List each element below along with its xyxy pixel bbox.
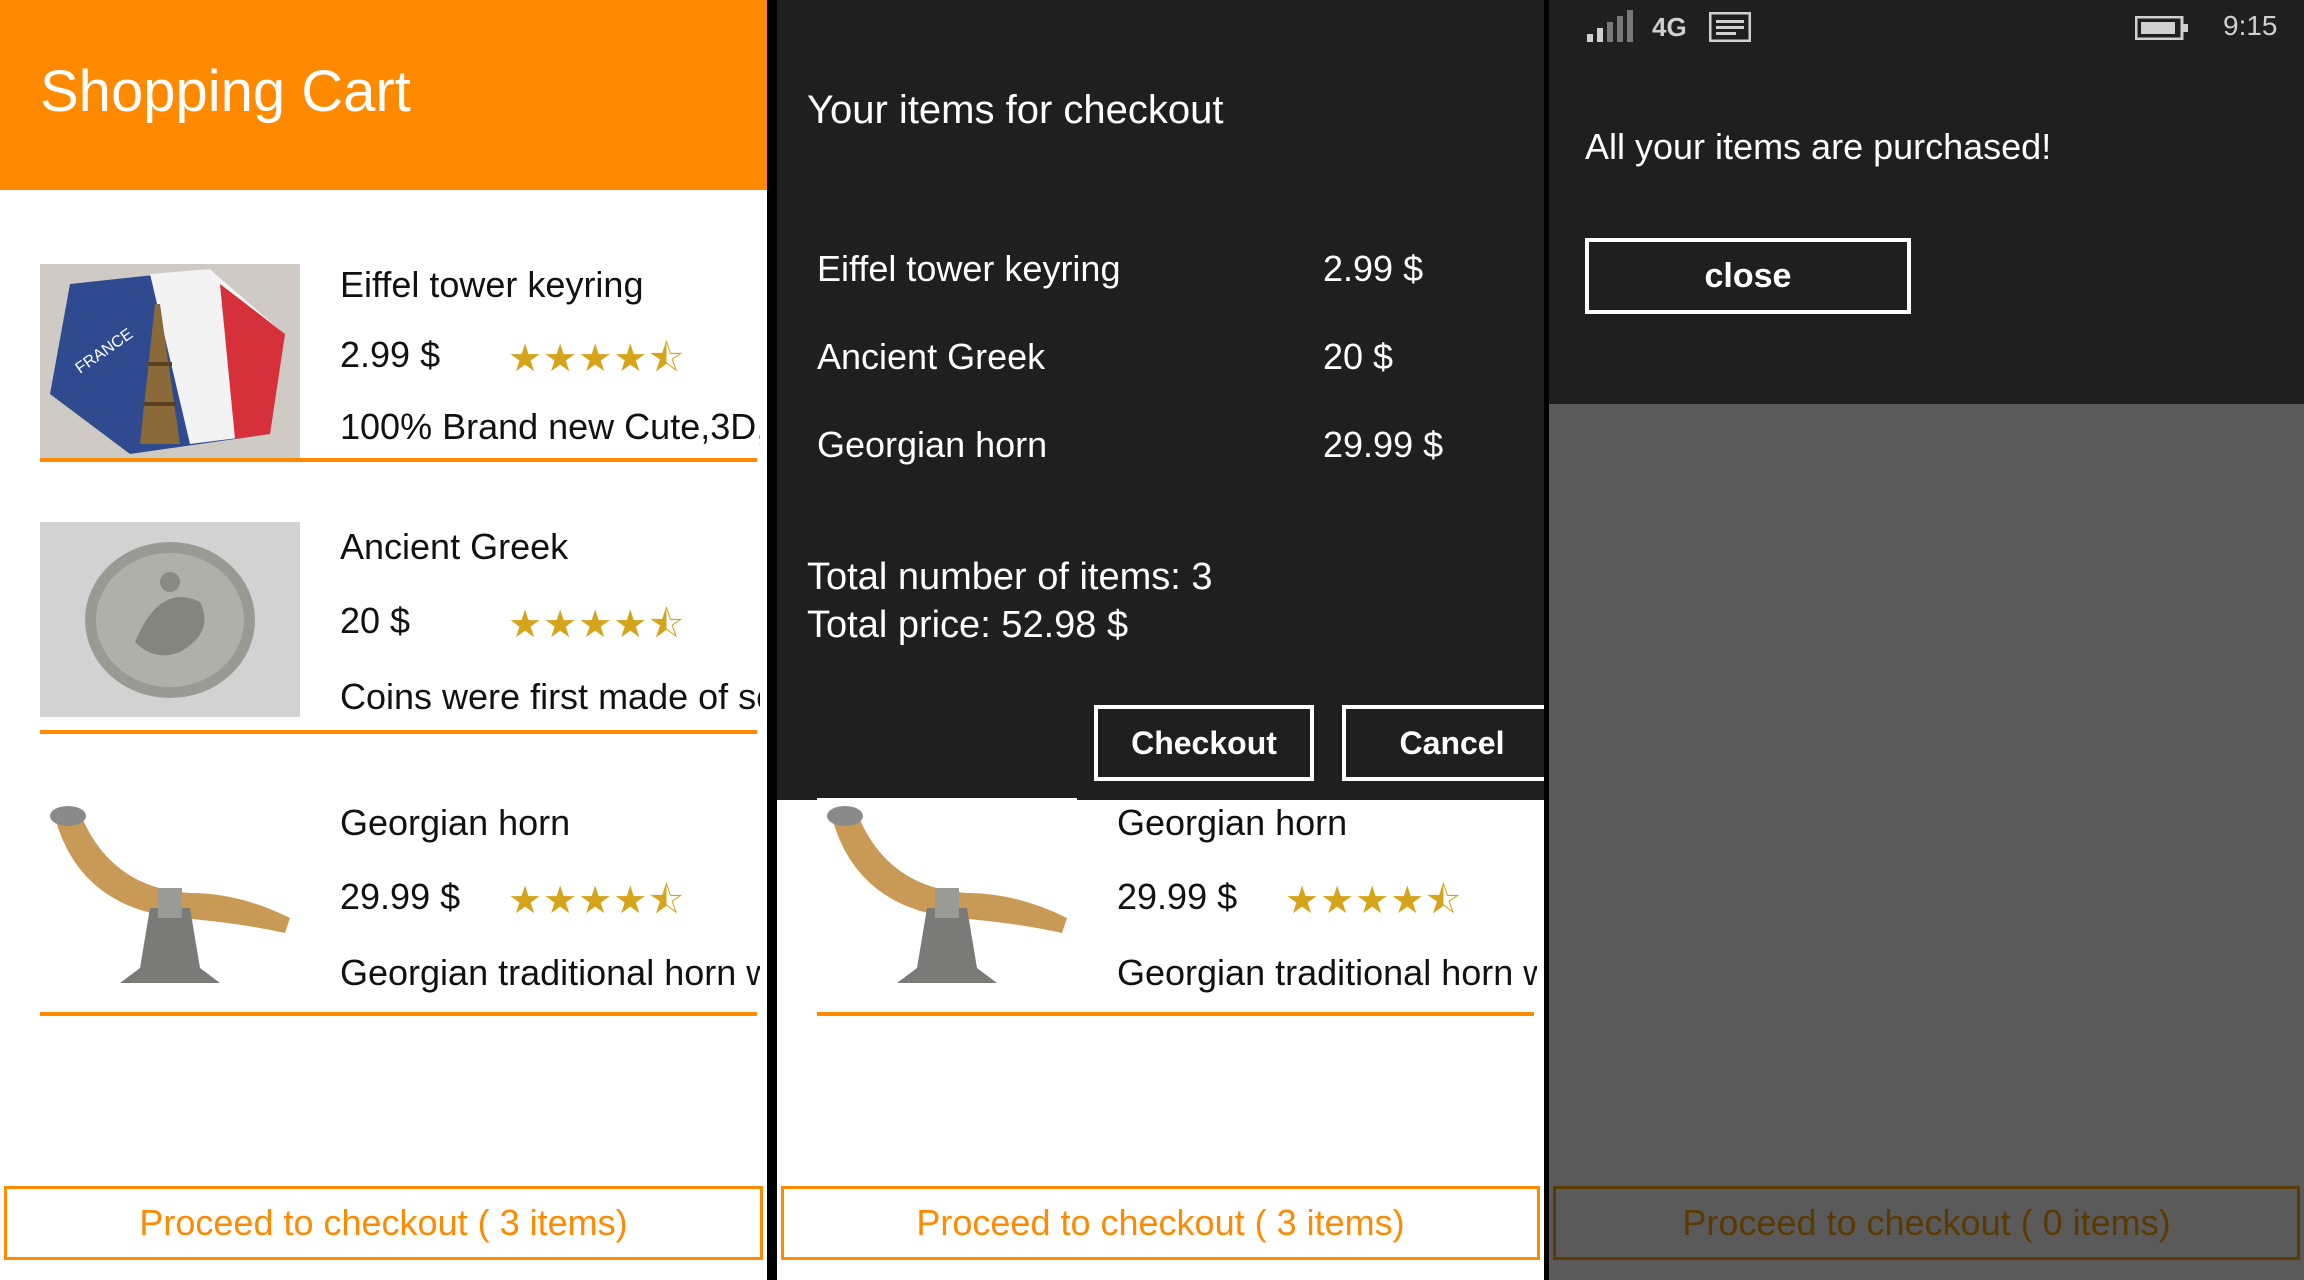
checkout-dialog: Your items for checkout Eiffel tower key… — [777, 0, 1544, 800]
dialog-item-price: 2.99 $ — [1323, 248, 1424, 289]
eiffel-keyring-image: FRANCE — [40, 264, 300, 459]
close-button[interactable]: close — [1585, 238, 1911, 314]
dialog-item-price: 29.99 $ — [1323, 424, 1444, 465]
divider — [40, 1012, 757, 1016]
georgian-horn-image — [817, 798, 1077, 993]
rating-stars: ★★★★⯪ — [508, 604, 686, 646]
item-name: Ancient Greek — [340, 526, 569, 567]
dialog-item-name: Eiffel tower keyring — [817, 248, 1121, 289]
rating-stars: ★★★★⯪ — [508, 338, 686, 380]
item-price: 20 $ — [340, 600, 411, 641]
rating-stars: ★★★★⯪ — [1285, 880, 1463, 922]
cancel-button[interactable]: Cancel — [1342, 705, 1544, 781]
dialog-item-price: 20 $ — [1323, 336, 1394, 377]
divider — [817, 1012, 1534, 1016]
checkout-button[interactable]: Checkout — [1094, 705, 1314, 781]
item-price: 29.99 $ — [340, 876, 461, 917]
divider — [40, 458, 757, 462]
item-name: Eiffel tower keyring — [340, 264, 644, 305]
message-dialog — [1549, 50, 2304, 404]
list-item[interactable]: Ancient Greek 20 $ ★★★★⯪ Coins were firs… — [0, 522, 767, 782]
item-name: Georgian horn — [340, 802, 571, 843]
list-item[interactable]: FRANCE Eiffel tower keyring 2.99 $ ★★★★⯪… — [0, 264, 767, 524]
item-description: Georgian traditional horn w — [340, 952, 760, 993]
item-price: 29.99 $ — [1117, 876, 1238, 917]
dialog-item-name: Ancient Greek — [817, 336, 1046, 377]
item-description: Georgian traditional horn w — [1117, 952, 1537, 993]
list-item[interactable]: Georgian horn 29.99 $ ★★★★⯪ Georgian tra… — [777, 798, 1544, 1058]
ancient-coin-image — [40, 522, 300, 717]
signal-icon — [1587, 10, 1633, 42]
dialog-item-name: Georgian horn — [817, 424, 1048, 465]
cart-screen: Shopping Cart FRANCE Eiffel tower keyrin… — [0, 0, 767, 1280]
total-items-text: Total number of items: 3 — [807, 556, 1213, 598]
app-header: Shopping Cart — [0, 0, 767, 190]
page-title: Shopping Cart — [40, 59, 411, 124]
divider — [40, 730, 757, 734]
list-item[interactable]: Georgian horn 29.99 $ ★★★★⯪ Georgian tra… — [0, 798, 767, 1058]
checkout-dialog-screen: Your items for checkout Eiffel tower key… — [777, 0, 1544, 1280]
message-icon — [1709, 12, 1751, 42]
purchase-complete-screen: 4G 9:15 All your items are purchased! cl… — [1549, 0, 2304, 1280]
item-description: 100% Brand new Cute,3D,E — [340, 406, 760, 447]
item-description: Coins were first made of sc — [340, 676, 760, 717]
item-price: 2.99 $ — [340, 334, 441, 375]
item-name: Georgian horn — [1117, 802, 1348, 843]
rating-stars: ★★★★⯪ — [508, 880, 686, 922]
dialog-title: Your items for checkout — [807, 88, 1224, 132]
georgian-horn-image — [40, 798, 300, 993]
proceed-to-checkout-button[interactable]: Proceed to checkout ( 0 items) — [1553, 1186, 2300, 1260]
status-bar: 4G 9:15 — [1549, 0, 2304, 50]
purchase-message: All your items are purchased! — [1585, 126, 2052, 167]
total-price-text: Total price: 52.98 $ — [807, 604, 1129, 646]
clock: 9:15 — [2223, 10, 2278, 41]
battery-icon — [2135, 16, 2188, 40]
proceed-to-checkout-button[interactable]: Proceed to checkout ( 3 items) — [4, 1186, 763, 1260]
network-type: 4G — [1652, 12, 1687, 42]
proceed-to-checkout-button[interactable]: Proceed to checkout ( 3 items) — [781, 1186, 1540, 1260]
